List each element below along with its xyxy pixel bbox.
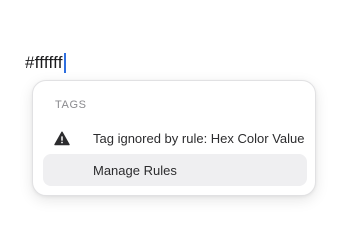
- section-header-tags: TAGS: [55, 99, 87, 111]
- menu-item-tag-ignored[interactable]: Tag ignored by rule: Hex Color Value: [43, 122, 307, 154]
- editor-line[interactable]: #ffffff: [25, 52, 66, 74]
- typed-text: #ffffff: [25, 53, 63, 72]
- menu-item-label: Manage Rules: [93, 162, 177, 178]
- tag-suggestion-popup: TAGS Tag ignored by rule: Hex Color Valu…: [32, 80, 316, 196]
- manage-rules-menu-item[interactable]: Manage Rules: [43, 154, 307, 186]
- text-caret: [63, 53, 66, 73]
- menu-item-label: Tag ignored by rule: Hex Color Value: [93, 130, 305, 146]
- warning-triangle-icon: [53, 129, 71, 147]
- editor-area[interactable]: #ffffff TAGS Tag ignored by rule: Hex Co…: [0, 0, 339, 252]
